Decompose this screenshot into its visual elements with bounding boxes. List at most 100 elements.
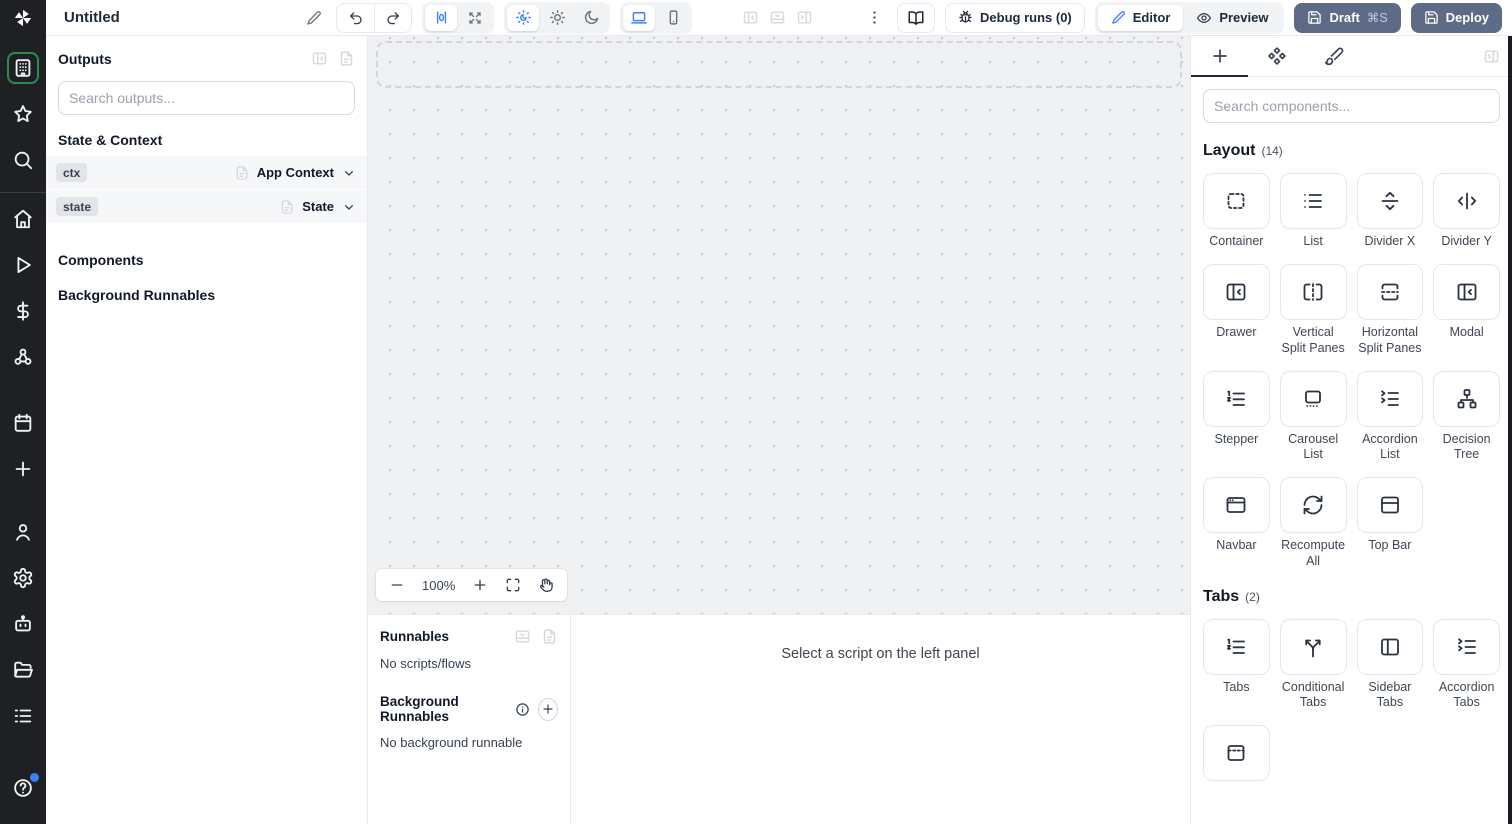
draft-button[interactable]: Draft ⌘S [1294,2,1401,33]
undo-button[interactable] [337,4,374,32]
sidebar-item-bot[interactable] [7,608,39,640]
panel-left-icon [742,9,759,26]
sidebar-item-search[interactable] [7,144,39,176]
more-menu-button[interactable] [862,5,887,30]
redo-icon [385,10,401,26]
app-root: Untitled Debug runs (0) Editor Preview D… [0,0,1512,824]
app-canvas[interactable]: 100% [368,36,1190,614]
center-canvas-toggle[interactable] [425,4,457,31]
component-card-accordion-tabs[interactable]: Accordion Tabs [1433,618,1500,711]
sidebar-item-calendar[interactable] [7,407,39,439]
panel-left-icon [311,50,328,67]
component-card-recompute-all[interactable]: Recompute All [1279,477,1347,569]
toggle-bottom-panel-button[interactable] [769,9,786,26]
sidebar-item-plus[interactable] [7,453,39,485]
component-card-divider-x[interactable]: Divider X [1356,173,1424,249]
sidebar-item-help[interactable] [7,772,39,804]
redo-button[interactable] [374,3,411,32]
component-card-carousel-list[interactable]: Carousel List [1279,370,1347,463]
component-label: Carousel List [1288,431,1339,461]
docs-button[interactable] [897,2,936,33]
tab-component-settings[interactable] [1248,36,1305,76]
components-search-input[interactable] [1214,98,1489,114]
components-search [1203,89,1500,123]
hsplit-icon [1378,280,1402,304]
sidebar-item-settings[interactable] [7,562,39,594]
component-card-navbar[interactable]: Navbar [1203,477,1270,569]
component-label: Conditional Tabs [1281,679,1345,709]
sidebar-item-hub[interactable] [7,341,39,373]
fit-view-button[interactable] [505,577,521,593]
sidebar-item-dollar[interactable] [7,295,39,327]
component-label: Vertical Split Panes [1281,325,1345,355]
toggle-left-panel-button[interactable] [742,9,759,26]
panel-right-icon [1483,48,1500,65]
collapse-components-panel-button[interactable] [1483,36,1500,76]
ctx-row[interactable]: ctx App Context [46,156,367,189]
theme-light-button[interactable] [541,5,573,31]
component-card-divider-y[interactable]: Divider Y [1433,173,1500,249]
sidebar-item-apps[interactable] [7,52,39,84]
zoom-in-button[interactable] [472,577,488,593]
script-detail-area: Select a script on the left panel [571,615,1190,824]
pan-mode-button[interactable] [538,577,554,593]
component-card-tabs[interactable]: Tabs [1203,618,1270,711]
preview-tab[interactable]: Preview [1183,5,1281,31]
component-card-decision-tree[interactable]: Decision Tree [1433,370,1500,463]
outputs-doc-button[interactable] [338,50,355,67]
pencil-icon [1111,10,1126,25]
component-card-sidebar-tabs[interactable]: Sidebar Tabs [1356,618,1424,711]
theme-auto-button[interactable] [507,4,539,31]
component-card-horizontal-split-panes[interactable]: Horizontal Split Panes [1356,264,1424,356]
component-card-vertical-split-panes[interactable]: Vertical Split Panes [1279,264,1347,356]
runnables-doc-button[interactable] [541,628,558,645]
editor-label: Editor [1132,10,1171,25]
deploy-button[interactable]: Deploy [1410,2,1503,33]
mobile-view-button[interactable] [657,5,689,31]
component-card-stepper[interactable]: Stepper [1203,370,1270,463]
ctx-type-label: App Context [256,165,334,180]
file-icon [541,628,558,645]
add-background-runnable-button[interactable] [538,697,558,721]
state-row[interactable]: state State [46,190,367,223]
background-runnables-heading: Background Runnables [58,287,216,303]
component-card-top-bar[interactable]: Top Bar [1356,477,1424,569]
sidebar-item-user[interactable] [7,516,39,548]
fullwidth-toggle[interactable] [459,5,491,31]
chevron-down-icon[interactable] [341,165,357,181]
zoom-out-button[interactable] [389,577,405,593]
component-label: Top Bar [1368,538,1412,553]
sidebar-item-play[interactable] [7,249,39,281]
debug-runs-button[interactable]: Debug runs (0) [945,2,1085,33]
right-panel-scrollbar[interactable] [1508,36,1512,824]
collapse-outputs-button[interactable] [311,50,328,67]
rename-button[interactable] [302,6,326,30]
component-card-conditional-tabs[interactable]: Conditional Tabs [1279,618,1347,711]
maximize-icon [505,577,521,593]
tab-insert-component[interactable] [1191,36,1248,77]
draft-shortcut: ⌘S [1366,11,1388,25]
component-card-accordion-list[interactable]: Accordion List [1356,370,1424,463]
sidebar-item-list-menu[interactable] [7,700,39,732]
component-card-drawer[interactable]: Drawer [1203,264,1270,356]
collapse-runnables-button[interactable] [514,628,531,645]
windmill-logo[interactable] [0,0,46,36]
component-card-partial[interactable] [1203,725,1270,782]
component-card-modal[interactable]: Modal [1433,264,1500,356]
component-label: Divider Y [1441,234,1492,248]
desktop-view-button[interactable] [623,4,655,31]
sidebar-item-folder[interactable] [7,654,39,686]
canvas-dropzone[interactable] [376,41,1182,88]
sidebar-item-home[interactable] [7,203,39,235]
component-label: Horizontal Split Panes [1358,325,1422,355]
chevron-down-icon[interactable] [341,199,357,215]
hand-icon [538,577,554,593]
toggle-right-panel-button[interactable] [796,9,813,26]
sidebar-item-star[interactable] [7,98,39,130]
outputs-search-input[interactable] [69,90,344,106]
tab-styling[interactable] [1305,36,1362,76]
component-card-container[interactable]: Container [1203,173,1270,249]
editor-tab[interactable]: Editor [1097,4,1184,31]
theme-dark-button[interactable] [575,5,607,31]
component-card-list[interactable]: List [1279,173,1347,249]
